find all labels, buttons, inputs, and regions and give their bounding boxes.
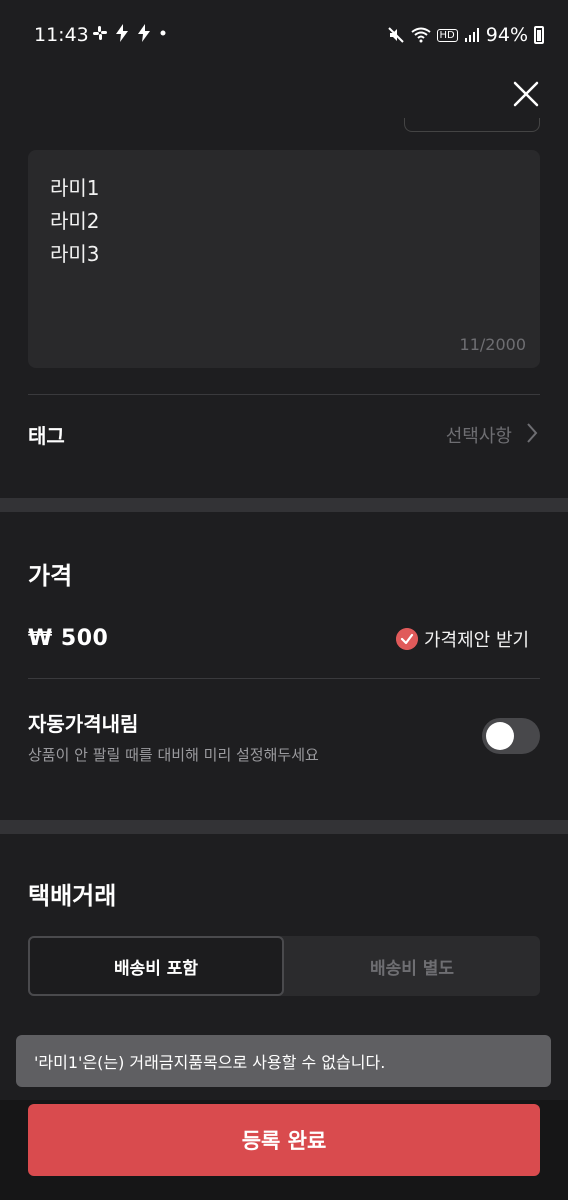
auto-price-description: 상품이 안 팔릴 때를 대비해 미리 설정해두세요 [28, 746, 319, 764]
section-divider [0, 498, 568, 512]
submit-button[interactable]: 등록 완료 [28, 1104, 540, 1176]
wifi-icon [410, 27, 431, 43]
character-counter: 11/2000 [459, 335, 526, 354]
tag-value: 선택사항 [445, 426, 512, 447]
battery-icon [534, 26, 544, 44]
price-input[interactable]: ₩ 500 [28, 626, 108, 651]
shipping-section-title: 택배거래 [28, 882, 117, 910]
shipping-included-option[interactable]: 배송비 포함 [28, 936, 284, 996]
auto-price-toggle[interactable] [482, 718, 540, 754]
battery-percent: 94% [485, 24, 528, 46]
mute-icon [387, 27, 404, 43]
price-offer-label[interactable]: 가격제안 받기 [424, 626, 529, 652]
divider [28, 394, 540, 395]
shipping-separate-option[interactable]: 배송비 별도 [284, 936, 540, 996]
error-toast: '라미1'은(는) 거래금지품목으로 사용할 수 없습니다. [16, 1035, 551, 1087]
signal-icon [464, 28, 479, 42]
notification-icons [92, 24, 168, 42]
status-bar: 11:43 HD 94% [0, 0, 568, 70]
bolt-icon [138, 24, 150, 42]
description-textarea[interactable]: 라미1 라미2 라미3 11/2000 [28, 150, 540, 368]
divider [28, 678, 540, 679]
shipping-fee-toggle: 배송비 포함 배송비 별도 [28, 936, 540, 996]
previous-field[interactable] [404, 118, 540, 132]
bolt-icon [116, 24, 128, 42]
chevron-right-icon [527, 423, 538, 443]
status-time: 11:43 [34, 24, 89, 46]
dot-icon [160, 30, 166, 36]
tag-row[interactable]: 태그 선택사항 [28, 410, 540, 456]
tag-label: 태그 [28, 424, 65, 448]
description-text: 라미1 라미2 라미3 [50, 176, 100, 266]
auto-price-title: 자동가격내림 [28, 712, 139, 736]
section-divider [0, 820, 568, 834]
close-button[interactable] [512, 80, 540, 108]
slack-icon [93, 26, 107, 40]
check-icon[interactable] [396, 628, 418, 650]
system-icons: HD 94% [387, 24, 544, 46]
price-section-title: 가격 [28, 562, 73, 590]
toggle-knob [486, 722, 514, 750]
hd-icon: HD [436, 28, 458, 42]
